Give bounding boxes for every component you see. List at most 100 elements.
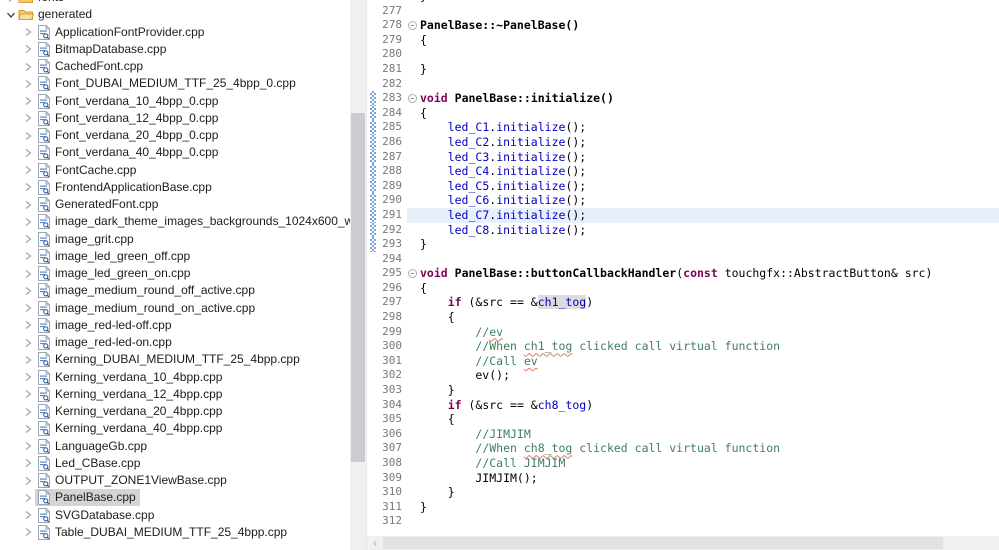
code-text[interactable]: led_C1.initialize();	[420, 120, 999, 135]
fold-gutter[interactable]	[407, 266, 420, 281]
code-text[interactable]	[420, 47, 999, 62]
code-text[interactable]: {	[420, 33, 999, 48]
tree-item-file[interactable]: image_led_green_off.cpp	[0, 248, 350, 265]
tree-item-file[interactable]: Kerning_verdana_40_4bpp.cpp	[0, 420, 350, 437]
code-text[interactable]: }	[420, 237, 999, 252]
fold-gutter[interactable]	[407, 18, 420, 33]
code-text[interactable]: ev();	[420, 368, 999, 383]
code-text[interactable]: {	[420, 310, 999, 325]
chevron-right-icon[interactable]	[21, 94, 35, 108]
tree-item-file[interactable]: CachedFont.cpp	[0, 58, 350, 75]
chevron-right-icon[interactable]	[21, 111, 35, 125]
chevron-right-icon[interactable]	[21, 318, 35, 332]
tree-item-file[interactable]: ApplicationFontProvider.cpp	[0, 24, 350, 41]
code-editor[interactable]: 276 } 277 278 PanelBase::~PanelBase() 27…	[366, 0, 999, 550]
code-text[interactable]: led_C8.initialize();	[420, 223, 999, 238]
code-text[interactable]: {	[420, 106, 999, 121]
tree-scrollbar-thumb[interactable]	[351, 113, 365, 462]
code-text[interactable]: {	[420, 412, 999, 427]
fold-gutter[interactable]	[407, 91, 420, 106]
tree-item-folder-generated[interactable]: generated	[0, 6, 350, 23]
code-text[interactable]: }	[420, 500, 999, 515]
code-text[interactable]	[420, 4, 999, 19]
tree-item-file[interactable]: image_grit.cpp	[0, 231, 350, 248]
chevron-right-icon[interactable]	[21, 422, 35, 436]
chevron-right-icon[interactable]	[21, 284, 35, 298]
tree-item-file[interactable]: FontCache.cpp	[0, 162, 350, 179]
tree-item-file[interactable]: Font_verdana_12_4bpp_0.cpp	[0, 110, 350, 127]
chevron-right-icon[interactable]	[21, 508, 35, 522]
tree-vertical-scrollbar[interactable]	[350, 0, 366, 550]
chevron-right-icon[interactable]	[21, 301, 35, 315]
code-text[interactable]: if (&src == &ch8_tog)	[420, 398, 999, 413]
tree-item-file[interactable]: Font_verdana_20_4bpp_0.cpp	[0, 127, 350, 144]
tree-item-file[interactable]: Table_DUBAI_MEDIUM_TTF_25_4bpp.cpp	[0, 524, 350, 541]
chevron-down-icon[interactable]	[4, 8, 18, 22]
tree-item-file[interactable]: image_red-led-on.cpp	[0, 334, 350, 351]
chevron-right-icon[interactable]	[21, 60, 35, 74]
tree-item-file[interactable]: BitmapDatabase.cpp	[0, 41, 350, 58]
chevron-right-icon[interactable]	[21, 42, 35, 56]
code-text[interactable]: led_C5.initialize();	[420, 179, 999, 194]
tree-item-file[interactable]: Font_DUBAI_MEDIUM_TTF_25_4bpp_0.cpp	[0, 75, 350, 92]
code-text[interactable]: led_C2.initialize();	[420, 135, 999, 150]
chevron-right-icon[interactable]	[4, 0, 18, 5]
code-text[interactable]: led_C4.initialize();	[420, 164, 999, 179]
editor-horizontal-scrollbar[interactable]: ‹	[367, 536, 999, 550]
tree-item-file[interactable]: FrontendApplicationBase.cpp	[0, 179, 350, 196]
scroll-left-arrow-icon[interactable]: ‹	[367, 536, 383, 550]
code-text[interactable]: if (&src == &ch1_tog)	[420, 295, 999, 310]
tree-item-file[interactable]: image_medium_round_on_active.cpp	[0, 300, 350, 317]
fold-collapse-icon[interactable]	[408, 21, 417, 31]
chevron-right-icon[interactable]	[21, 525, 35, 539]
chevron-right-icon[interactable]	[21, 456, 35, 470]
tree-item-file[interactable]: SVGDatabase.cpp	[0, 507, 350, 524]
code-text[interactable]: }	[420, 383, 999, 398]
code-text[interactable]: //Call ev	[420, 354, 999, 369]
chevron-right-icon[interactable]	[21, 163, 35, 177]
chevron-right-icon[interactable]	[21, 353, 35, 367]
chevron-right-icon[interactable]	[21, 474, 35, 488]
tree-item-file[interactable]: Kerning_verdana_10_4bpp.cpp	[0, 369, 350, 386]
code-text[interactable]: }	[420, 62, 999, 77]
code-text[interactable]: led_C3.initialize();	[420, 150, 999, 165]
chevron-right-icon[interactable]	[21, 198, 35, 212]
chevron-right-icon[interactable]	[21, 77, 35, 91]
code-text[interactable]: //When ch1_tog clicked call virtual func…	[420, 339, 999, 354]
chevron-right-icon[interactable]	[21, 146, 35, 160]
tree-item-file[interactable]: OUTPUT_ZONE1ViewBase.cpp	[0, 472, 350, 489]
fold-collapse-icon[interactable]	[408, 269, 417, 279]
tree-item-file[interactable]: Kerning_verdana_12_4bpp.cpp	[0, 386, 350, 403]
code-text[interactable]: PanelBase::~PanelBase()	[420, 18, 999, 33]
tree-item-file[interactable]: image_led_green_on.cpp	[0, 265, 350, 282]
chevron-right-icon[interactable]	[21, 387, 35, 401]
chevron-right-icon[interactable]	[21, 439, 35, 453]
fold-collapse-icon[interactable]	[408, 94, 417, 104]
chevron-right-icon[interactable]	[21, 405, 35, 419]
tree-item-file[interactable]: Kerning_DUBAI_MEDIUM_TTF_25_4bpp.cpp	[0, 351, 350, 368]
code-text[interactable]: led_C7.initialize();	[420, 207, 999, 223]
chevron-right-icon[interactable]	[21, 129, 35, 143]
code-text[interactable]: //JIMJIM	[420, 427, 999, 442]
chevron-right-icon[interactable]	[21, 370, 35, 384]
code-text[interactable]	[420, 77, 999, 92]
code-text[interactable]: void PanelBase::buttonCallbackHandler(co…	[420, 266, 999, 281]
code-text[interactable]: led_C6.initialize();	[420, 193, 999, 208]
tree-item-file[interactable]: PanelBase.cpp	[0, 489, 350, 507]
code-text[interactable]: }	[420, 485, 999, 500]
chevron-right-icon[interactable]	[21, 232, 35, 246]
code-text[interactable]: //When ch8_tog clicked call virtual func…	[420, 441, 999, 456]
editor-scrollbar-thumb[interactable]	[383, 537, 943, 549]
chevron-right-icon[interactable]	[21, 267, 35, 281]
tree-item-file[interactable]: image_dark_theme_images_backgrounds_1024…	[0, 213, 350, 230]
tree-item-file[interactable]: Font_verdana_10_4bpp_0.cpp	[0, 93, 350, 110]
tree-item-file[interactable]: image_red-led-off.cpp	[0, 317, 350, 334]
tree-item-file[interactable]: LanguageGb.cpp	[0, 438, 350, 455]
tree-item-file[interactable]: Font_verdana_40_4bpp_0.cpp	[0, 144, 350, 161]
chevron-right-icon[interactable]	[21, 25, 35, 39]
code-text[interactable]: //Call JIMJIM	[420, 456, 999, 471]
code-text[interactable]: JIMJIM();	[420, 471, 999, 486]
code-text[interactable]: //ev	[420, 325, 999, 340]
code-text[interactable]: {	[420, 281, 999, 296]
chevron-right-icon[interactable]	[21, 249, 35, 263]
